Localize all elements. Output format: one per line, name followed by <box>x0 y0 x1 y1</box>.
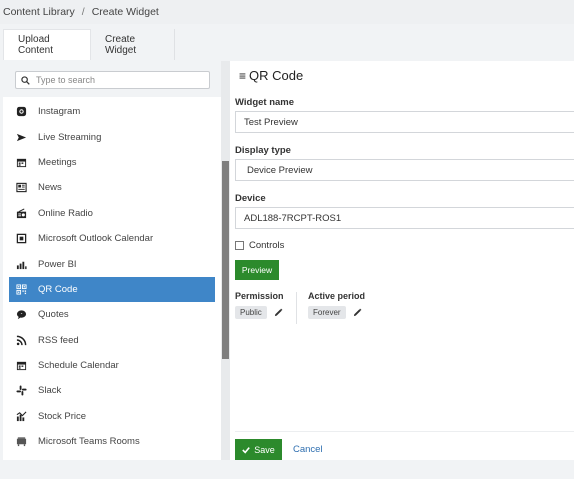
sidebar-item-instagram[interactable]: Instagram <box>9 99 215 124</box>
sidebar-item-meetings[interactable]: Meetings <box>9 150 215 175</box>
widget-type-sidebar: Instagram Live Streaming Meetings News O… <box>3 61 230 460</box>
display-type-label: Display type <box>235 145 291 156</box>
widget-name-field[interactable]: Test Preview <box>235 111 574 133</box>
sidebar-item-online-radio[interactable]: Online Radio <box>9 201 215 226</box>
controls-checkbox[interactable] <box>235 241 244 250</box>
widget-form: ≡ QR Code Widget name Test Preview Displ… <box>230 61 574 460</box>
breadcrumb-content-library[interactable]: Content Library <box>3 6 75 18</box>
permission-label: Permission <box>235 291 284 301</box>
sidebar-item-label: Microsoft Teams Rooms <box>38 436 140 448</box>
save-button[interactable]: Save <box>235 439 282 460</box>
sidebar-item-label: Slack <box>38 385 62 397</box>
bar-chart-icon <box>16 259 27 270</box>
widget-name-label: Widget name <box>235 97 295 108</box>
widget-type-list: Instagram Live Streaming Meetings News O… <box>9 99 215 454</box>
live-stream-icon <box>16 132 27 143</box>
breadcrumb-separator: / <box>81 6 85 18</box>
sidebar-item-label: Power BI <box>38 258 77 270</box>
sidebar-item-rss-feed[interactable]: RSS feed <box>9 328 215 353</box>
sidebar-item-power-bi[interactable]: Power BI <box>9 251 215 276</box>
sidebar-item-microsoft-outlook-calendar[interactable]: Microsoft Outlook Calendar <box>9 226 215 251</box>
calendar-box-icon <box>16 233 27 244</box>
sidebar-item-label: Instagram <box>38 106 81 118</box>
preview-button[interactable]: Preview <box>235 260 279 280</box>
sidebar-scrollbar[interactable] <box>221 61 230 460</box>
instagram-icon <box>16 106 27 117</box>
permission-divider <box>296 292 297 324</box>
search-box[interactable] <box>15 71 210 89</box>
permission-badge: Public <box>235 306 267 319</box>
sidebar-item-label: Stock Price <box>38 410 87 422</box>
search-area <box>3 61 221 97</box>
active-period-label: Active period <box>308 291 366 301</box>
sidebar-item-label: Live Streaming <box>38 131 102 143</box>
sidebar-item-label: News <box>38 182 62 194</box>
sidebar-item-microsoft-teams-rooms[interactable]: Microsoft Teams Rooms <box>9 429 215 454</box>
sidebar-item-stock-price[interactable]: Stock Price <box>9 404 215 429</box>
qr-code-icon <box>16 284 27 295</box>
news-icon <box>16 182 27 193</box>
check-icon <box>242 446 251 454</box>
radio-icon <box>16 208 27 219</box>
menu-icon: ≡ <box>239 68 247 83</box>
tab-create-widget[interactable]: Create Widget <box>91 29 175 60</box>
active-period-block: Active period Forever <box>308 291 365 319</box>
page-title: ≡ QR Code <box>239 68 303 83</box>
sidebar-item-schedule-calendar[interactable]: Schedule Calendar <box>9 353 215 378</box>
calendar-icon <box>16 157 27 168</box>
sidebar-item-qr-code[interactable]: QR Code <box>9 276 215 303</box>
sidebar-item-quotes[interactable]: ” Quotes <box>9 302 215 327</box>
controls-row: Controls <box>235 240 284 251</box>
stock-chart-icon <box>16 411 27 422</box>
sidebar-item-news[interactable]: News <box>9 175 215 200</box>
sidebar-item-label: Meetings <box>38 156 77 168</box>
permission-block: Permission Public <box>235 291 284 319</box>
slack-icon <box>16 385 27 397</box>
tab-bar: Upload Content Create Widget <box>3 29 574 60</box>
sidebar-item-live-streaming[interactable]: Live Streaming <box>9 124 215 149</box>
sidebar-item-label: RSS feed <box>38 334 79 346</box>
device-label: Device <box>235 193 266 204</box>
sidebar-item-label: Online Radio <box>38 207 93 219</box>
page-title-text: QR Code <box>249 68 304 83</box>
breadcrumb: Content Library / Create Widget <box>0 0 574 24</box>
teams-rooms-icon <box>16 436 27 447</box>
quote-icon: ” <box>16 309 27 320</box>
sidebar-item-slack[interactable]: Slack <box>9 378 215 403</box>
search-icon <box>21 75 30 85</box>
edit-active-period-pencil-icon[interactable] <box>353 308 362 317</box>
edit-permission-pencil-icon[interactable] <box>274 308 283 317</box>
controls-label: Controls <box>249 240 285 251</box>
sidebar-item-label: Microsoft Outlook Calendar <box>38 233 154 245</box>
tab-upload-content[interactable]: Upload Content <box>3 29 91 60</box>
device-field[interactable]: ADL188-7RCPT-ROS1 <box>235 207 574 229</box>
scrollbar-thumb[interactable] <box>222 161 229 359</box>
sidebar-item-label: Quotes <box>38 309 69 321</box>
cancel-link[interactable]: Cancel <box>293 444 323 455</box>
sidebar-item-label: Schedule Calendar <box>38 360 119 372</box>
search-input[interactable] <box>36 75 206 85</box>
save-button-label: Save <box>254 444 275 455</box>
footer-divider <box>235 431 574 432</box>
calendar-icon <box>16 360 27 371</box>
active-period-badge: Forever <box>308 306 346 319</box>
rss-icon <box>16 335 27 346</box>
display-type-select[interactable]: Device Preview <box>235 159 574 181</box>
breadcrumb-current: Create Widget <box>91 6 159 18</box>
sidebar-item-label: QR Code <box>38 283 78 295</box>
